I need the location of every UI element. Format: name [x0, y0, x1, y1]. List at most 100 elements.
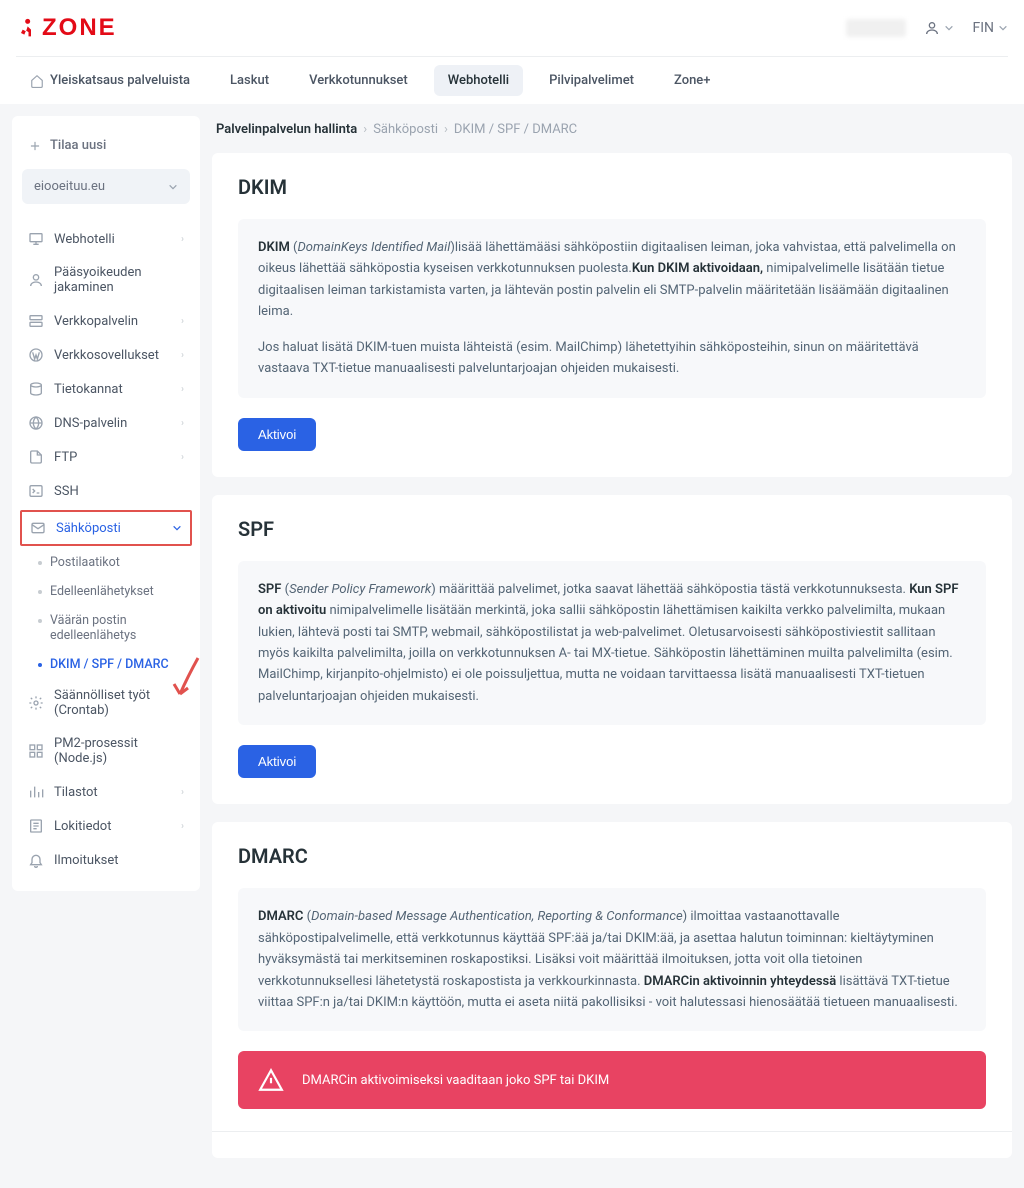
breadcrumb: Palvelinpalvelun hallinta › Sähköposti ›… — [212, 116, 1012, 153]
sidebar-item-databases[interactable]: Tietokannat› — [22, 372, 190, 406]
dmarc-alert-text: DMARCin aktivoimiseksi vaaditaan joko SP… — [302, 1073, 609, 1088]
nav-invoices[interactable]: Laskut — [216, 65, 283, 96]
chevron-right-icon: › — [181, 787, 184, 798]
wordpress-icon — [28, 347, 44, 363]
dmarc-infobox: DMARC (Domain-based Message Authenticati… — [238, 888, 986, 1031]
breadcrumb-sep: › — [363, 122, 367, 137]
brand-logo[interactable]: ZONE — [16, 14, 117, 42]
chevron-right-icon: › — [181, 452, 184, 463]
sidebar-label: Verkkopalvelin — [54, 314, 138, 329]
sub-label: Väärän postin edelleenlähetys — [50, 613, 186, 643]
dmarc-card: DMARC DMARC (Domain-based Message Authen… — [212, 822, 1012, 1158]
nav-domains[interactable]: Verkkotunnukset — [295, 65, 422, 96]
dmarc-title: DMARC — [238, 844, 986, 868]
nav-webhosting[interactable]: Webhotelli — [434, 65, 523, 96]
nav-label: Yleiskatsaus palveluista — [50, 73, 190, 88]
chevron-right-icon: › — [181, 821, 184, 832]
sidebar-item-ftp[interactable]: FTP › — [22, 440, 190, 474]
sidebar-label: PM2-prosessit (Node.js) — [54, 736, 184, 766]
domain-selector[interactable]: eiooeituu.eu — [22, 169, 190, 204]
nav-cloudservers[interactable]: Pilvipalvelimet — [535, 65, 648, 96]
dmarc-em: Domain-based Message Authentication, Rep… — [311, 909, 683, 924]
chevron-right-icon: › — [181, 316, 184, 327]
chevron-down-icon — [944, 23, 954, 33]
nav-label: Webhotelli — [448, 73, 509, 88]
spf-text: ) määrittää palvelimet, jotka saavat läh… — [431, 582, 909, 597]
sidebar-item-access[interactable]: Pääsyoikeuden jakaminen — [22, 256, 190, 304]
chevron-down-icon — [168, 182, 178, 192]
sidebar-item-notifications[interactable]: Ilmoitukset — [22, 843, 190, 877]
sidebar-label: Tilastot — [54, 785, 98, 800]
sidebar-label: Sähköposti — [56, 521, 121, 536]
order-new[interactable]: Tilaa uusi — [22, 130, 190, 169]
sub-item-wrong-forward[interactable]: Väärän postin edelleenlähetys — [32, 606, 190, 650]
sidebar-item-webapps[interactable]: Verkkosovellukset › — [22, 338, 190, 372]
sidebar-label: Säännölliset työt (Crontab) — [54, 688, 184, 718]
spf-activate-button[interactable]: Aktivoi — [238, 745, 316, 778]
dkim-em: DomainKeys Identified Mail — [298, 240, 451, 255]
terminal-icon — [28, 483, 44, 499]
dkim-key: DKIM — [258, 240, 290, 255]
dmarc-key: DMARC — [258, 909, 303, 924]
sub-item-forwards[interactable]: Edelleenlähetykset — [32, 577, 190, 606]
sidebar-item-logs[interactable]: Lokitiedot› — [22, 809, 190, 843]
stats-icon — [28, 784, 44, 800]
sidebar-label: Verkkosovellukset — [54, 348, 159, 363]
user-name-blurred — [846, 19, 906, 37]
dot-icon — [38, 619, 42, 623]
warning-triangle-icon — [258, 1067, 284, 1093]
nav-label: Laskut — [230, 73, 269, 88]
sidebar-label: FTP — [54, 450, 77, 465]
user-menu[interactable] — [924, 20, 954, 36]
domain-label: eiooeituu.eu — [34, 179, 105, 194]
nav-overview[interactable]: Yleiskatsaus palveluista — [16, 65, 204, 96]
sidebar-item-webhosting[interactable]: Webhotelli› — [22, 222, 190, 256]
dkim-strong2: Kun DKIM aktivoidaan, — [632, 261, 763, 276]
language-selector[interactable]: FIN — [972, 20, 1008, 36]
sidebar-label: SSH — [54, 484, 79, 499]
spf-title: SPF — [238, 517, 986, 541]
sidebar-item-ssh[interactable]: SSH — [22, 474, 190, 508]
user-icon — [28, 272, 44, 288]
dkim-infobox: DKIM (DomainKeys Identified Mail)lisää l… — [238, 219, 986, 398]
dkim-card: DKIM DKIM (DomainKeys Identified Mail)li… — [212, 153, 1012, 477]
nav-label: Verkkotunnukset — [309, 73, 408, 88]
sidebar-label: Webhotelli — [54, 232, 115, 247]
nav-zoneplus[interactable]: Zone+ — [660, 65, 725, 96]
chevron-down-icon — [998, 23, 1008, 33]
bell-icon — [28, 852, 44, 868]
sidebar-item-dns[interactable]: DNS-palvelin› — [22, 406, 190, 440]
breadcrumb-leaf: DKIM / SPF / DMARC — [454, 122, 577, 137]
chevron-right-icon: › — [181, 350, 184, 361]
user-icon — [924, 20, 940, 36]
sidebar-item-email[interactable]: Sähköposti — [20, 510, 192, 546]
spf-infobox: SPF (Sender Policy Framework) määrittää … — [238, 561, 986, 726]
dkim-activate-button[interactable]: Aktivoi — [238, 418, 316, 451]
sidebar-item-webserver[interactable]: Verkkopalvelin › — [22, 304, 190, 338]
sidebar-item-crontab[interactable]: Säännölliset työt (Crontab) — [22, 679, 190, 727]
spf-key: SPF — [258, 582, 281, 597]
spf-card: SPF SPF (Sender Policy Framework) määrit… — [212, 495, 1012, 805]
mail-icon — [30, 520, 46, 536]
sidebar-label: Pääsyoikeuden jakaminen — [54, 265, 184, 295]
sidebar-item-stats[interactable]: Tilastot › — [22, 775, 190, 809]
chevron-down-icon — [172, 523, 182, 533]
sidebar-item-pm2[interactable]: PM2-prosessit (Node.js) — [22, 727, 190, 775]
sub-label: Postilaatikot — [50, 555, 120, 570]
sidebar-label: Tietokannat — [54, 382, 123, 397]
spf-text2: nimipalvelimelle lisätään merkintä, joka… — [258, 603, 953, 704]
monitor-icon — [28, 231, 44, 247]
sub-item-dkim-spf-dmarc[interactable]: DKIM / SPF / DMARC — [32, 650, 190, 679]
divider — [212, 1131, 1012, 1132]
main-nav: Yleiskatsaus palveluista Laskut Verkkotu… — [16, 56, 1008, 104]
database-icon — [28, 381, 44, 397]
dkim-title: DKIM — [238, 175, 986, 199]
nav-label: Pilvipalvelimet — [549, 73, 634, 88]
globe-icon — [28, 415, 44, 431]
dmarc-strong2: DMARCin aktivoinnin yhteydessä — [644, 974, 836, 989]
breadcrumb-root: Palvelinpalvelun hallinta — [216, 122, 357, 137]
sub-item-mailboxes[interactable]: Postilaatikot — [32, 548, 190, 577]
dot-icon — [38, 561, 42, 565]
plus-icon — [28, 139, 42, 153]
breadcrumb-mid[interactable]: Sähköposti — [373, 122, 438, 137]
